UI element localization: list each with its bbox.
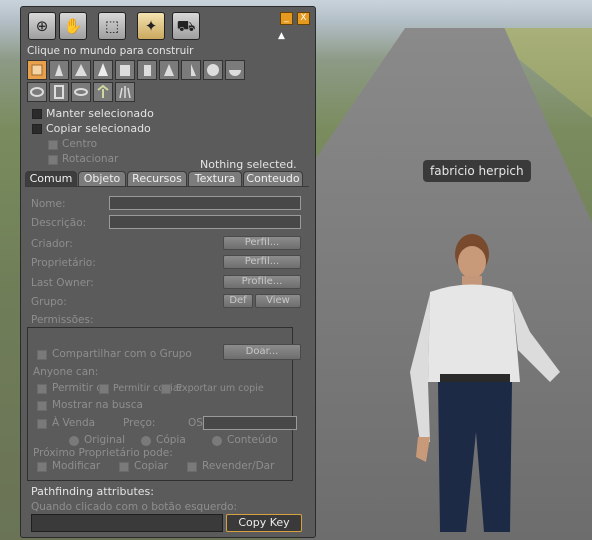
create-wand-icon: ✦ <box>144 17 158 35</box>
copy-radio[interactable] <box>141 436 151 446</box>
shape-pyramid[interactable] <box>71 60 91 80</box>
copy-radio-label: Cópia <box>156 434 186 446</box>
last-owner-label: Last Owner: <box>31 277 94 289</box>
tab-object[interactable]: Objeto <box>78 171 126 187</box>
center-label: Centro <box>62 138 98 150</box>
group-def-button[interactable]: Def <box>223 294 253 308</box>
rotated-label: Rotacionar <box>62 153 119 165</box>
modify-label: Modificar <box>52 460 101 472</box>
show-in-search-label: Mostrar na busca <box>52 399 143 411</box>
copy-selected-checkbox[interactable] <box>32 124 42 134</box>
name-label: Nome: <box>31 198 66 210</box>
resell-label: Revender/Dar <box>202 460 275 472</box>
move-label: Permitir copiar <box>113 383 183 394</box>
collapse-arrow-icon[interactable]: ▲ <box>278 31 285 41</box>
original-label: Original <box>84 434 126 446</box>
tab-divider <box>25 186 309 187</box>
center-checkbox[interactable] <box>48 140 58 150</box>
edit-tool-button[interactable]: ⬚ <box>98 12 126 40</box>
group-view-button[interactable]: View <box>255 294 301 308</box>
price-field[interactable] <box>203 416 297 430</box>
shape-cube[interactable] <box>27 60 47 80</box>
shape-half-sphere[interactable] <box>225 60 245 80</box>
group-label: Grupo: <box>31 296 67 308</box>
shape-tree[interactable] <box>93 82 113 102</box>
modify-checkbox[interactable] <box>37 462 47 472</box>
next-owner-label: Próximo Proprietário pode: <box>33 447 173 459</box>
keep-selected-checkbox[interactable] <box>32 109 42 119</box>
shape-tetrahedron[interactable] <box>93 60 113 80</box>
price-label: Preço: <box>123 417 156 429</box>
click-action-dropdown[interactable] <box>31 514 223 532</box>
deed-button[interactable]: Doar... <box>223 344 301 360</box>
move-hand-icon: ✋ <box>63 17 83 35</box>
copy-perm-label: Copiar <box>134 460 169 472</box>
pathfinding-title: Pathfinding attributes: <box>31 485 154 498</box>
last-owner-profile-button[interactable]: Profile... <box>223 275 301 289</box>
move-checkbox[interactable] <box>99 384 109 394</box>
zoom-icon: ⊕ <box>35 17 49 35</box>
tab-texture[interactable]: Textura <box>188 171 242 187</box>
avatar[interactable] <box>400 232 570 540</box>
permissions-label: Permissões: <box>31 314 94 326</box>
land-tool-button[interactable]: ⛟ <box>172 12 200 40</box>
owner-label: Proprietário: <box>31 257 96 269</box>
shape-half-cylinder[interactable] <box>137 60 157 80</box>
shape-sphere[interactable] <box>203 60 223 80</box>
tab-content[interactable]: Conteudo <box>243 171 303 187</box>
shape-grass[interactable] <box>115 82 135 102</box>
shape-ring[interactable] <box>71 82 91 102</box>
click-action-label: Quando clicado com o botão esquerdo: <box>31 501 238 513</box>
contents-radio[interactable] <box>212 436 222 446</box>
shape-tube[interactable] <box>49 82 69 102</box>
creator-label: Criador: <box>31 238 73 250</box>
shape-prism[interactable] <box>49 60 69 80</box>
copy-perm-checkbox[interactable] <box>119 462 129 472</box>
minimize-button[interactable]: _ <box>280 12 293 25</box>
copy-key-button[interactable]: Copy Key <box>226 514 302 532</box>
show-in-search-checkbox[interactable] <box>37 401 47 411</box>
land-bulldozer-icon: ⛟ <box>176 17 196 35</box>
allow-label: Permitir q <box>52 382 104 394</box>
avatar-name-tag: fabricio herpich <box>423 160 531 182</box>
build-tools-panel[interactable]: ⊕ ✋ ⬚ ✦ ⛟ _ X ▲ Clique no mundo para con… <box>20 6 316 538</box>
tab-features[interactable]: Recursos <box>127 171 187 187</box>
name-field[interactable] <box>109 196 301 210</box>
copy-checkbox[interactable] <box>161 384 171 394</box>
resell-checkbox[interactable] <box>187 462 197 472</box>
share-group-checkbox[interactable] <box>37 350 47 360</box>
shape-cylinder[interactable] <box>115 60 135 80</box>
for-sale-checkbox[interactable] <box>37 419 47 429</box>
move-tool-button[interactable]: ✋ <box>59 12 87 40</box>
contents-label: Conteúdo <box>227 434 278 446</box>
description-field[interactable] <box>109 215 301 229</box>
creator-profile-button[interactable]: Perfil... <box>223 236 301 250</box>
shape-cone[interactable] <box>159 60 179 80</box>
rotated-checkbox[interactable] <box>48 155 58 165</box>
close-button[interactable]: X <box>297 12 310 25</box>
currency-label: OS <box>188 417 203 429</box>
edit-arrow-icon: ⬚ <box>104 17 120 35</box>
owner-profile-button[interactable]: Perfil... <box>223 255 301 269</box>
shape-torus[interactable] <box>27 82 47 102</box>
allow-checkbox[interactable] <box>37 384 47 394</box>
share-group-label: Compartilhar com o Grupo <box>52 348 192 360</box>
selection-status: Nothing selected. <box>200 158 297 171</box>
anyone-can-label: Anyone can: <box>33 366 99 378</box>
copy-selected-label: Copiar selecionado <box>46 122 151 135</box>
tab-general[interactable]: Comum <box>25 171 77 187</box>
keep-selected-label: Manter selecionado <box>46 107 154 120</box>
create-tool-button[interactable]: ✦ <box>137 12 165 40</box>
description-label: Descrição: <box>31 217 87 229</box>
zoom-tool-button[interactable]: ⊕ <box>28 12 56 40</box>
shape-half-cone[interactable] <box>181 60 201 80</box>
original-radio[interactable] <box>69 436 79 446</box>
create-hint: Clique no mundo para construir <box>27 45 194 57</box>
for-sale-label: À Venda <box>52 417 96 429</box>
copy-label: Exportar um copie <box>176 383 264 394</box>
